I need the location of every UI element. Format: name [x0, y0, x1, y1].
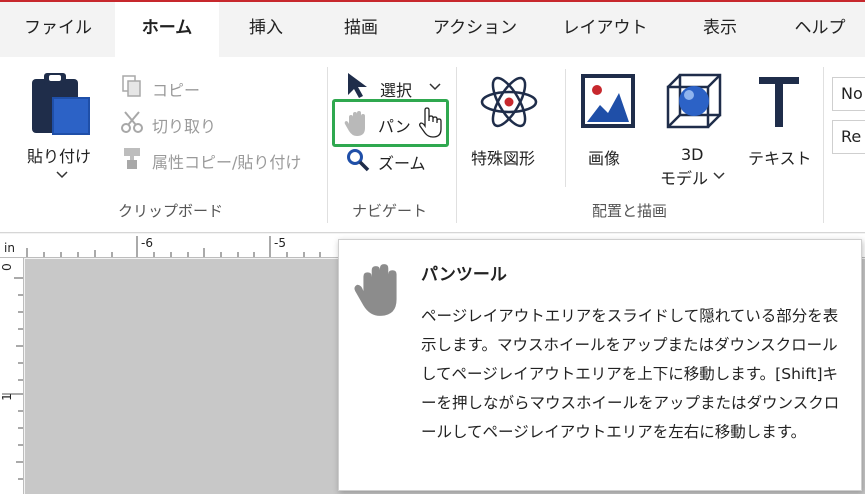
atom-icon — [480, 76, 538, 128]
tab-file[interactable]: ファイル — [12, 2, 104, 57]
chevron-down-icon — [429, 83, 441, 91]
image-label: 画像 — [588, 149, 621, 168]
3d-model-label-line2: モデル — [660, 169, 709, 188]
ruler-label: -5 — [274, 236, 286, 250]
copy-label: コピー — [152, 81, 201, 100]
item-separator — [565, 69, 566, 187]
text-t-icon — [759, 77, 799, 127]
special-shape-label: 特殊図形 — [471, 149, 536, 168]
ribbon-tab-bar: ファイル ホーム 挿入 描画 アクション レイアウト 表示 ヘルプ — [0, 2, 865, 57]
hand-icon — [354, 264, 397, 316]
group-separator — [327, 67, 328, 223]
pan-label: パン — [378, 117, 411, 136]
paste-label: 貼り付け — [27, 147, 92, 166]
ruler-label: 0 — [0, 263, 14, 271]
3d-model-label-line1: 3D — [681, 145, 704, 164]
paste-icon — [32, 73, 90, 135]
group-separator — [823, 67, 824, 223]
format-copy-label: 属性コピー/貼り付け — [152, 153, 302, 172]
arrow-cursor-icon — [348, 73, 367, 98]
ruler-ticks — [2, 277, 23, 480]
ruler-label: -6 — [141, 236, 153, 250]
tab-layout[interactable]: レイアウト — [555, 2, 655, 57]
vertical-ruler: 0 1 — [0, 258, 24, 494]
tab-insert[interactable]: 挿入 — [230, 2, 302, 57]
text-label: テキスト — [748, 149, 812, 168]
zoom-label: ズーム — [378, 154, 426, 173]
hand-pointer-cursor-icon — [419, 107, 442, 138]
tooltip-description: ページレイアウトエリアをスライドして隠れている部分を表示します。マウスホイールを… — [421, 307, 840, 441]
picture-icon — [581, 74, 635, 128]
tab-draw[interactable]: 描画 — [325, 2, 397, 57]
cut-label: 切り取り — [152, 117, 217, 136]
ruler-label: 1 — [0, 393, 14, 401]
ribbon-panel: 貼り付け コピー 切り取り 属性コピー/貼り付け クリップボード 選択 パン ズ… — [0, 57, 865, 233]
copy-icon — [122, 75, 141, 97]
scissors-icon — [121, 111, 143, 133]
tooltip-title: パンツール — [421, 265, 507, 285]
font-name-combo[interactable]: No — [832, 77, 865, 111]
magnifier-icon — [347, 149, 370, 172]
tab-action[interactable]: アクション — [425, 2, 525, 57]
tab-home[interactable]: ホーム — [115, 2, 219, 57]
chevron-down-icon — [56, 171, 68, 179]
clipboard-group-label: クリップボード — [118, 202, 224, 220]
format-painter-icon — [124, 148, 140, 169]
style-combo[interactable]: Re — [832, 120, 865, 154]
group-separator — [456, 67, 457, 223]
tab-view[interactable]: 表示 — [685, 2, 755, 57]
hand-icon — [344, 111, 365, 136]
chevron-down-icon — [713, 172, 725, 180]
tab-help[interactable]: ヘルプ — [780, 2, 860, 57]
pan-tool-tooltip: パンツール ページレイアウトエリアをスライドして隠れている部分を表示します。マウ… — [338, 239, 862, 491]
navigate-group-label: ナビゲート — [352, 202, 428, 220]
cube-sphere-icon — [666, 73, 722, 129]
placement-group-label: 配置と描画 — [592, 202, 668, 220]
select-label: 選択 — [380, 81, 413, 100]
